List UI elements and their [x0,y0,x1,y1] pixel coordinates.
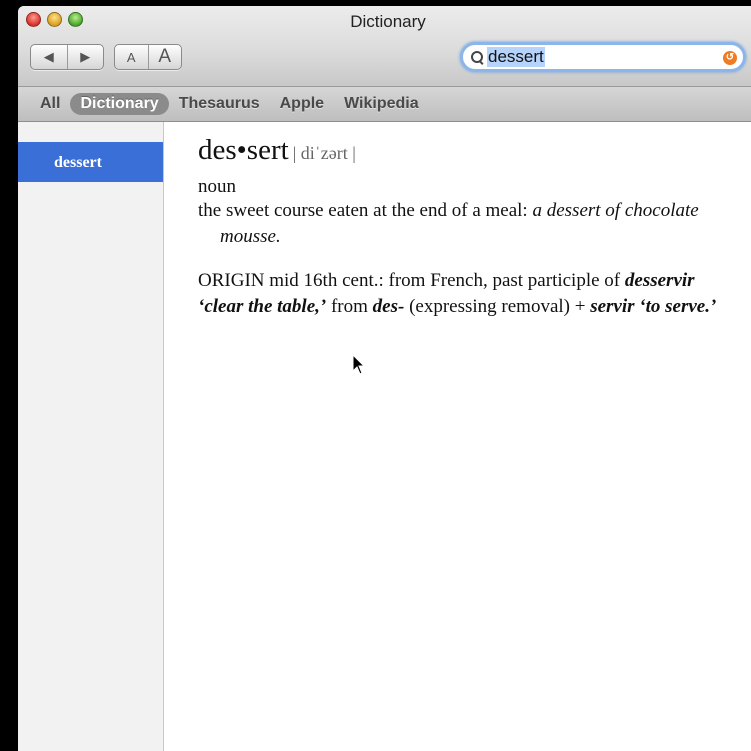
entry-content: des•sert | diˈzərt | noun the sweet cour… [198,132,738,320]
pronunciation: | diˈzərt | [292,143,356,163]
clear-icon[interactable]: ↺ [723,51,737,65]
results-sidebar: dessert [18,122,164,751]
part-of-speech: noun [198,176,236,197]
tab-dictionary[interactable]: Dictionary [70,93,169,115]
dictionary-window: Dictionary ◀ ▶ A A dessert ↺ All Diction… [18,6,751,751]
definition: the sweet course eaten at the end of a m… [198,198,738,250]
font-larger-button[interactable]: A [147,45,182,69]
font-size-buttons: A A [114,44,182,70]
back-button[interactable]: ◀ [31,45,67,69]
origin-text-1: mid 16th cent.: from French, past partic… [269,270,621,291]
origin-term-3[interactable]: servir ‘to serve.’ [590,296,716,317]
definition-text: the sweet course eaten at the end of a m… [198,200,528,221]
tab-wikipedia[interactable]: Wikipedia [334,93,429,115]
origin-text-2: from [330,296,368,317]
tab-thesaurus[interactable]: Thesaurus [169,93,270,115]
source-tabs: All Dictionary Thesaurus Apple Wikipedia [18,87,751,122]
headword: des•sert [198,134,289,166]
search-icon [471,50,484,64]
titlebar: Dictionary ◀ ▶ A A dessert ↺ [18,6,751,87]
search-input[interactable]: dessert [487,47,545,67]
origin-term-2[interactable]: des- [373,296,405,317]
search-field[interactable]: dessert ↺ [460,42,746,72]
font-smaller-button[interactable]: A [115,45,148,69]
navigation-buttons: ◀ ▶ [30,44,104,70]
sidebar-item-dessert[interactable]: dessert [18,142,163,182]
origin-section: ORIGIN mid 16th cent.: from French, past… [198,268,738,320]
mouse-pointer-icon [352,354,366,375]
window-title: Dictionary [350,12,426,31]
origin-text-3: (expressing removal) + [409,296,586,317]
tab-all[interactable]: All [32,93,70,115]
tab-apple[interactable]: Apple [270,93,334,115]
entry-header: des•sert | diˈzərt | [198,132,738,168]
origin-label: ORIGIN [198,270,265,291]
forward-button[interactable]: ▶ [66,45,104,69]
